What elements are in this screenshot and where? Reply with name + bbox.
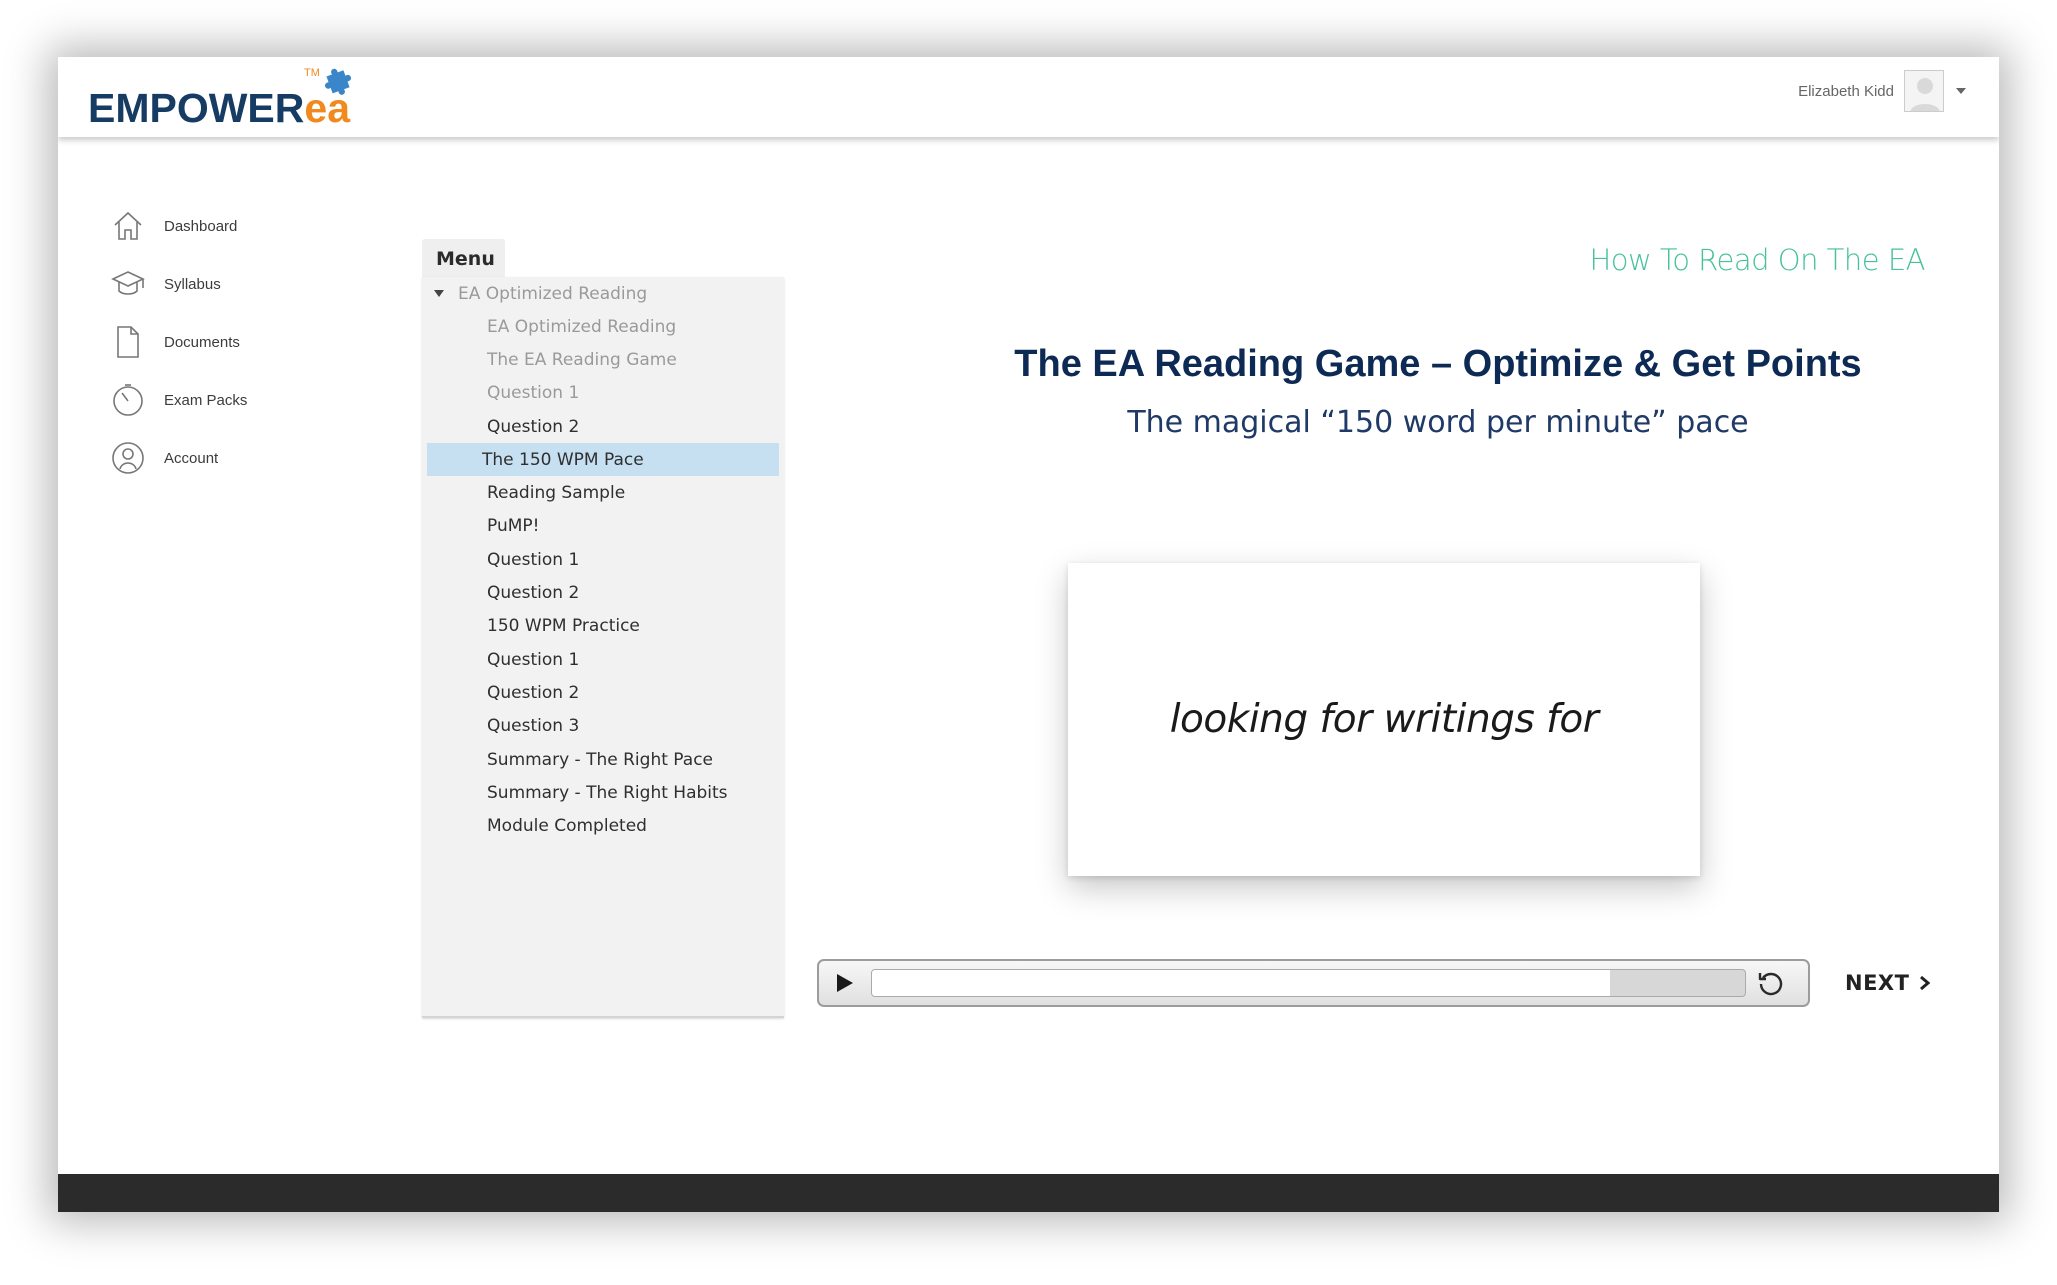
- sidebar-item-label: Exam Packs: [164, 391, 248, 409]
- menu-item[interactable]: The EA Reading Game: [427, 343, 779, 376]
- sidebar-item-label: Account: [164, 449, 219, 467]
- avatar[interactable]: [1904, 70, 1944, 112]
- menu-item[interactable]: Question 2: [427, 676, 779, 709]
- graduation-cap-icon: [110, 266, 146, 302]
- sidebar-item-label: Dashboard: [164, 217, 238, 235]
- document-icon: [110, 324, 146, 360]
- chevron-right-icon: [1920, 975, 1931, 991]
- sidebar-nav: Dashboard Syllabus Documents Exam Packs …: [110, 197, 330, 487]
- sidebar-item-label: Documents: [164, 333, 240, 351]
- logo-text: EMPOWERea: [88, 88, 350, 129]
- replay-icon: [1758, 972, 1783, 996]
- play-button[interactable]: [819, 961, 871, 1005]
- app-window: EMPOWERea TM Elizabeth Kidd Dashboard Sy…: [58, 57, 1999, 1212]
- user-name: Elizabeth Kidd: [1798, 82, 1894, 100]
- menu-item[interactable]: The 150 WPM Pace: [427, 443, 779, 477]
- menu-root-item[interactable]: EA Optimized Reading: [422, 277, 784, 310]
- menu-item[interactable]: Summary - The Right Habits: [427, 776, 779, 809]
- slide-title: The EA Reading Game – Optimize & Get Poi…: [1014, 343, 1862, 385]
- next-button[interactable]: NEXT: [1845, 965, 1931, 1001]
- replay-button[interactable]: [1746, 961, 1796, 1005]
- sidebar-item-exam-packs[interactable]: Exam Packs: [110, 371, 330, 429]
- menu-item[interactable]: Question 2: [427, 576, 779, 609]
- menu-item[interactable]: Reading Sample: [427, 476, 779, 509]
- logo-main: EMPOWER: [88, 85, 305, 131]
- footer-bar: [58, 1174, 1999, 1212]
- course-menu: EA Optimized Reading EA Optimized Readin…: [422, 277, 784, 1018]
- sidebar-item-syllabus[interactable]: Syllabus: [110, 255, 330, 313]
- menu-tab[interactable]: Menu: [422, 239, 505, 279]
- menu-item[interactable]: Question 3: [427, 710, 779, 743]
- menu-list: EA Optimized Reading The EA Reading Game Q…: [422, 310, 784, 843]
- next-label: NEXT: [1845, 971, 1910, 995]
- puzzle-piece-icon: [325, 68, 352, 95]
- media-player: [817, 959, 1810, 1007]
- slide-subtitle: The magical “150 word per minute” pace: [1127, 405, 1749, 440]
- menu-item[interactable]: PuMP!: [427, 510, 779, 543]
- user-menu[interactable]: Elizabeth Kidd: [1798, 69, 1966, 113]
- menu-root-label: EA Optimized Reading: [458, 283, 648, 304]
- user-icon: [110, 440, 146, 476]
- menu-item[interactable]: Question 1: [427, 377, 779, 410]
- sidebar-item-account[interactable]: Account: [110, 429, 330, 487]
- menu-item[interactable]: Question 2: [427, 410, 779, 443]
- menu-item[interactable]: 150 WPM Practice: [427, 610, 779, 643]
- sidebar-item-dashboard[interactable]: Dashboard: [110, 197, 330, 255]
- caret-down-icon[interactable]: [434, 290, 444, 297]
- logo-trademark: TM: [304, 67, 320, 79]
- reading-card-text: looking for writings for: [1169, 697, 1599, 742]
- top-header: EMPOWERea TM Elizabeth Kidd: [58, 57, 1999, 137]
- menu-item[interactable]: Summary - The Right Pace: [427, 743, 779, 776]
- sidebar-item-documents[interactable]: Documents: [110, 313, 330, 371]
- progress-fill: [872, 970, 1610, 996]
- menu-item[interactable]: Question 1: [427, 543, 779, 576]
- section-title: How To Read On The EA: [1589, 243, 1925, 277]
- progress-bar[interactable]: [871, 969, 1746, 997]
- timer-icon: [110, 382, 146, 418]
- menu-item[interactable]: Question 1: [427, 643, 779, 676]
- play-icon: [837, 974, 853, 992]
- reading-card: looking for writings for: [1068, 563, 1700, 876]
- home-icon: [110, 208, 146, 244]
- menu-item[interactable]: EA Optimized Reading: [427, 310, 779, 343]
- menu-item[interactable]: Module Completed: [427, 809, 779, 842]
- sidebar-item-label: Syllabus: [164, 275, 221, 293]
- default-avatar-icon: [1905, 71, 1943, 111]
- chevron-down-icon[interactable]: [1956, 88, 1966, 94]
